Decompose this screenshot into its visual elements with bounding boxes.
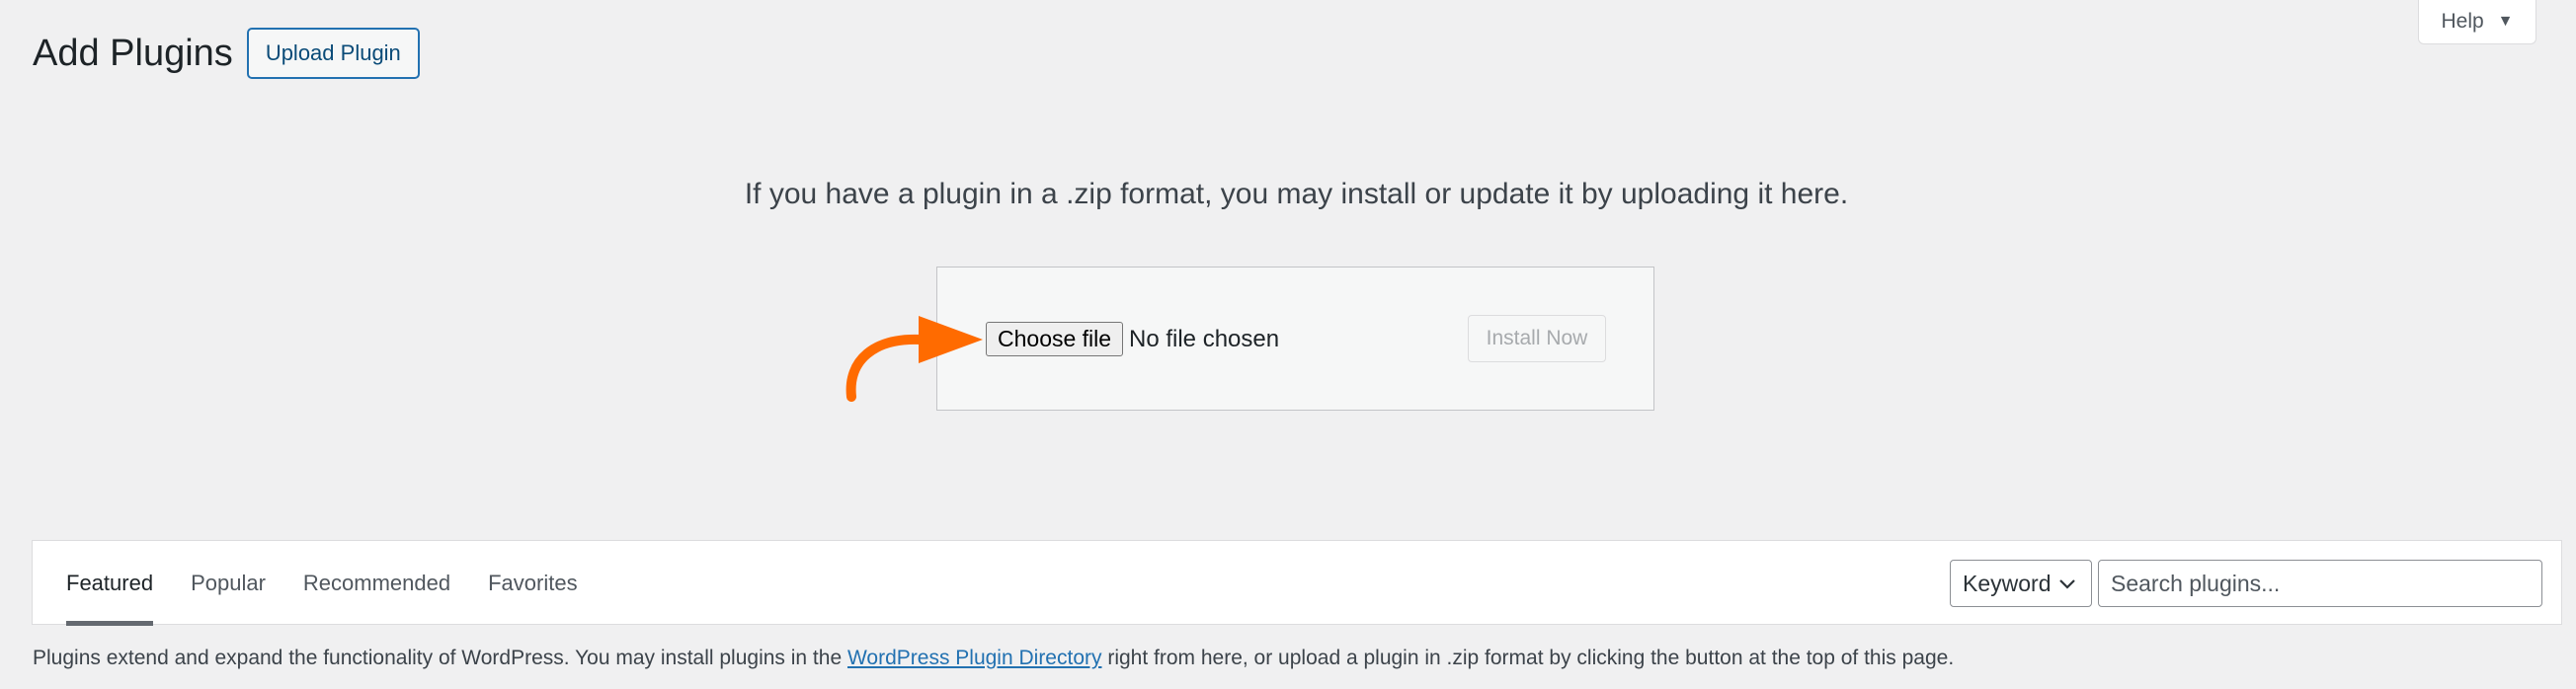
caret-down-icon: ▼ xyxy=(2497,13,2514,30)
chevron-down-icon xyxy=(2059,579,2075,589)
upload-description: If you have a plugin in a .zip format, y… xyxy=(744,178,1849,210)
choose-file-button[interactable]: Choose file xyxy=(986,322,1124,356)
install-now-button: Install Now xyxy=(1468,315,1606,362)
tab-featured[interactable]: Featured xyxy=(66,541,154,626)
search-type-value: Keyword xyxy=(1963,570,2052,596)
upload-plugin-button[interactable]: Upload Plugin xyxy=(246,28,420,79)
help-tab-button[interactable]: Help ▼ xyxy=(2418,0,2536,44)
annotation-arrow-icon xyxy=(845,316,983,402)
info-text-before: Plugins extend and expand the functional… xyxy=(33,647,847,669)
page-header: Add Plugins Upload Plugin xyxy=(33,28,420,79)
file-status-text: No file chosen xyxy=(1129,326,1280,352)
tab-recommended[interactable]: Recommended xyxy=(303,541,450,626)
plugin-info-text: Plugins extend and expand the functional… xyxy=(33,647,1954,670)
search-plugins-input[interactable] xyxy=(2098,560,2542,607)
tab-favorites[interactable]: Favorites xyxy=(488,541,577,626)
upload-form: Choose file No file chosen Install Now xyxy=(936,267,1654,411)
info-text-after: right from here, or upload a plugin in .… xyxy=(1101,647,1955,669)
search-type-select[interactable]: Keyword xyxy=(1950,560,2092,607)
plugin-directory-link[interactable]: WordPress Plugin Directory xyxy=(847,647,1102,669)
page-title: Add Plugins xyxy=(33,33,233,74)
tab-popular[interactable]: Popular xyxy=(191,541,266,626)
plugin-filter-bar: Featured Popular Recommended Favorites K… xyxy=(32,540,2562,626)
filter-tabs: Featured Popular Recommended Favorites xyxy=(66,541,615,626)
help-label: Help xyxy=(2441,10,2484,33)
